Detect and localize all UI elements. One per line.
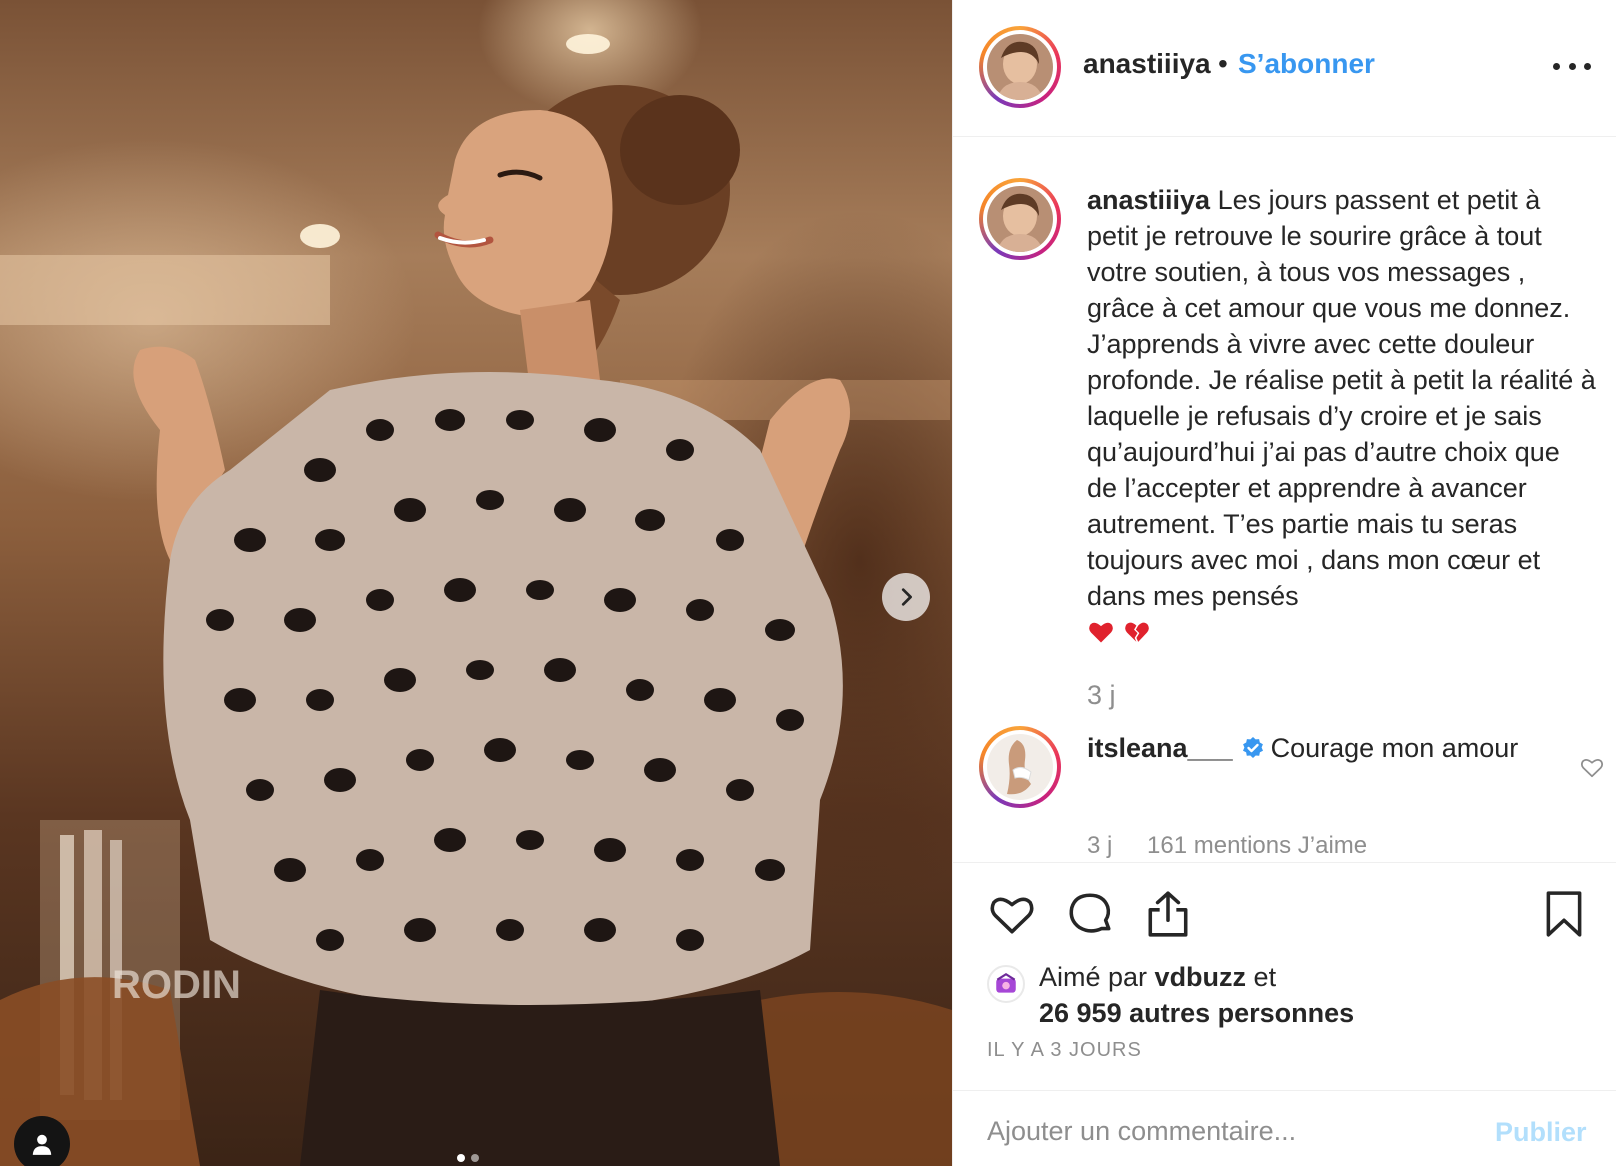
- comment-icon[interactable]: [1065, 889, 1115, 939]
- more-dot: [1568, 62, 1576, 70]
- likes-middle: et: [1246, 962, 1277, 992]
- add-comment-bar: Publier: [953, 1090, 1616, 1166]
- post-date[interactable]: IL Y A 3 JOURS: [987, 1039, 1142, 1062]
- caption-text: anastiiiya Les jours passent et petit à …: [1087, 182, 1597, 650]
- likes-prefix: Aimé par: [1039, 962, 1155, 992]
- post-photo[interactable]: RODIN: [0, 0, 952, 1166]
- more-dot: [1584, 62, 1591, 70]
- red-heart-icon: [1089, 622, 1113, 643]
- comments-list[interactable]: anastiiiya Les jours passent et petit à …: [953, 138, 1616, 860]
- carousel-dot: [471, 1154, 479, 1162]
- comment-input[interactable]: [987, 1109, 1457, 1153]
- comment-text: itsleana___ Courage mon amour: [1087, 730, 1537, 766]
- caption-username[interactable]: anastiiiya: [1087, 185, 1210, 215]
- post-sidebar: anastiiiya • S’abonner anastiiiya Les jo…: [952, 0, 1616, 1166]
- carousel-dot-active: [457, 1154, 465, 1162]
- avatar-image: [987, 34, 1053, 100]
- chevron-right-icon: [901, 588, 912, 606]
- more-options-button[interactable]: [1553, 54, 1591, 78]
- avatar-image: [987, 734, 1053, 800]
- commenter-username[interactable]: itsleana___: [1087, 733, 1233, 763]
- author-username[interactable]: anastiiiya: [1083, 48, 1211, 80]
- comment-body: Courage mon amour: [1270, 733, 1519, 763]
- caption-avatar[interactable]: [979, 178, 1061, 260]
- user-tag-icon: [32, 1134, 52, 1155]
- more-horizontal-icon: [1553, 62, 1560, 70]
- author-avatar[interactable]: [979, 26, 1061, 108]
- verified-badge-icon: [1242, 737, 1263, 758]
- heart-icon[interactable]: [987, 889, 1037, 939]
- follow-button[interactable]: S’abonner: [1238, 48, 1375, 80]
- liker-avatar[interactable]: [987, 965, 1025, 1003]
- avatar-image: [987, 186, 1053, 252]
- likes-text: Aimé par vdbuzz et 26 959 autres personne…: [1039, 959, 1599, 1031]
- liker-username[interactable]: vdbuzz: [1155, 962, 1247, 992]
- comment-time[interactable]: 3 j: [1087, 832, 1112, 859]
- likes-count[interactable]: 26 959 autres personnes: [1039, 998, 1354, 1028]
- heart-outline-icon[interactable]: [1579, 754, 1605, 780]
- comment-meta: 3 j 161 mentions J’aime: [1087, 832, 1395, 860]
- broken-heart-icon: [1125, 622, 1149, 642]
- caption-time[interactable]: 3 j: [1087, 680, 1116, 711]
- commenter-avatar[interactable]: [979, 726, 1061, 808]
- vdbuzz-logo-icon: [996, 972, 1016, 993]
- caption-body: Les jours passent et petit à petit je re…: [1087, 185, 1596, 611]
- photo-scene: RODIN: [0, 34, 952, 1166]
- bookmark-icon[interactable]: [1539, 889, 1589, 939]
- header-separator: •: [1218, 48, 1228, 79]
- carousel-indicator: [457, 1154, 479, 1162]
- publish-button[interactable]: Publier: [1495, 1117, 1587, 1148]
- comment-likes[interactable]: 161 mentions J’aime: [1147, 832, 1367, 859]
- share-icon[interactable]: [1143, 889, 1193, 939]
- tagged-user-button[interactable]: [14, 1116, 70, 1166]
- carousel-next-button[interactable]: [882, 573, 930, 621]
- sign-text: RODIN: [112, 963, 241, 1007]
- post-header: anastiiiya • S’abonner: [953, 0, 1616, 137]
- post-actions: Aimé par vdbuzz et 26 959 autres personne…: [953, 862, 1616, 1090]
